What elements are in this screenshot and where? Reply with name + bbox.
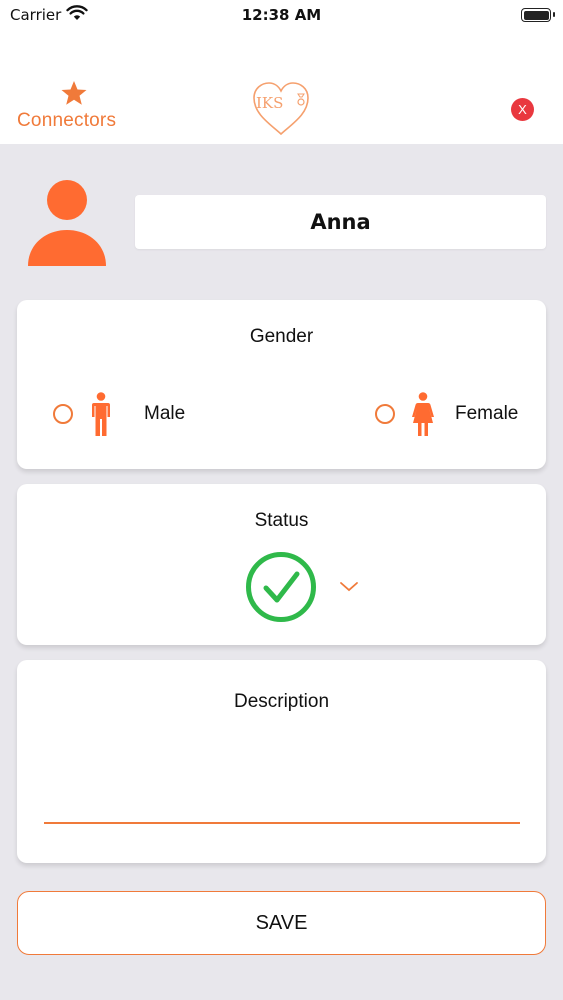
battery-icon xyxy=(521,8,555,22)
app-logo: IKS xyxy=(253,82,309,136)
status-title: Status xyxy=(254,510,309,531)
save-button[interactable]: SAVE xyxy=(17,891,546,955)
status-bar: Carrier 12:38 AM xyxy=(0,0,563,30)
male-radio[interactable] xyxy=(53,404,73,424)
status-card: Status xyxy=(17,484,546,645)
chevron-down-icon[interactable] xyxy=(339,581,359,593)
female-label[interactable]: Female xyxy=(455,403,518,425)
star-icon[interactable] xyxy=(60,80,88,106)
gender-card: Gender Male Female xyxy=(17,300,546,469)
female-icon xyxy=(412,392,434,436)
logo-text: IKS xyxy=(256,94,283,112)
male-icon xyxy=(92,392,110,436)
connectors-button[interactable]: Connectors xyxy=(17,110,116,132)
clock: 12:38 AM xyxy=(241,6,322,24)
description-title: Description xyxy=(233,691,330,712)
description-card: Description xyxy=(17,660,546,863)
navigation-bar: Connectors IKS X xyxy=(0,30,563,144)
close-icon: X xyxy=(518,102,527,117)
male-label[interactable]: Male xyxy=(144,403,185,425)
description-input[interactable] xyxy=(44,740,520,820)
check-circle-icon[interactable] xyxy=(245,551,317,623)
avatar-icon[interactable] xyxy=(26,178,108,266)
close-button[interactable]: X xyxy=(511,98,534,121)
female-radio[interactable] xyxy=(375,404,395,424)
description-underline xyxy=(44,822,520,824)
name-field[interactable]: Anna xyxy=(135,195,546,249)
gender-title: Gender xyxy=(249,326,314,347)
